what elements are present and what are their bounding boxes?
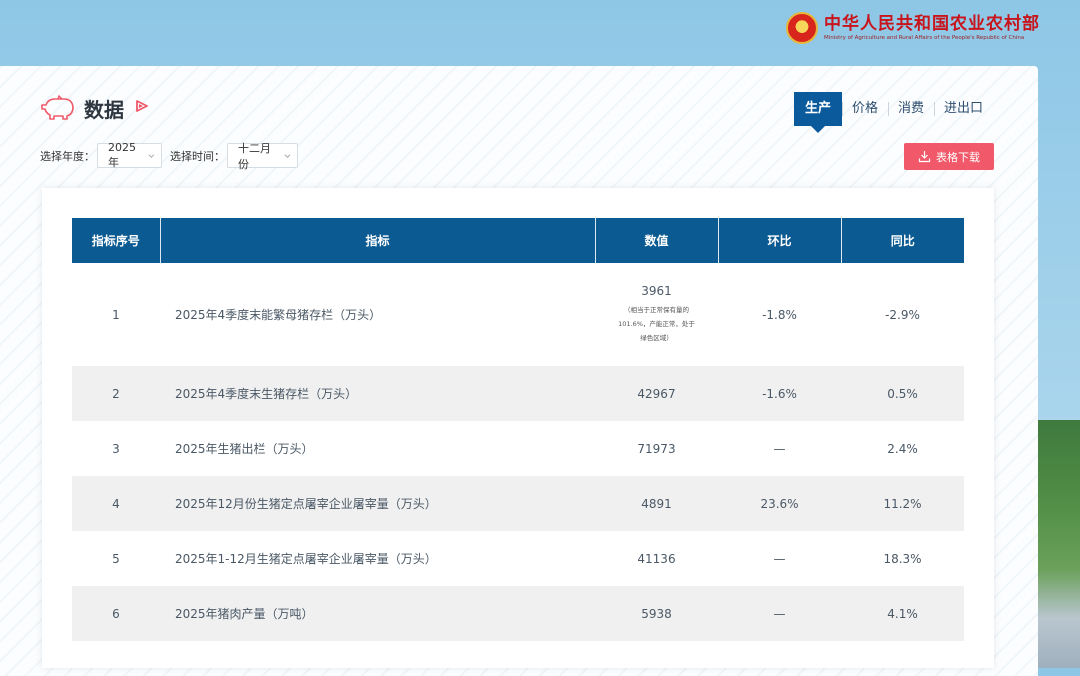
cell-no: 4 [72,476,160,531]
cell-yoy: 18.3% [883,551,922,566]
time-label: 选择时间： [170,149,225,163]
top-banner: 中华人民共和国农业农村部 Ministry of Agriculture and… [0,0,1080,66]
data-card: 指标序号 指标 数值 环比 同比 1 2025年4季度末能繁母猪存栏（万头） 3… [42,188,994,668]
play-arrow-icon [136,100,148,112]
table-row: 1 2025年4季度末能繁母猪存栏（万头） 3961 （相当于正常保有量的101… [72,263,964,366]
cell-mom: — [718,586,841,641]
ministry-name-en: Ministry of Agriculture and Rural Affair… [824,35,1025,41]
cell-indicator: 2025年1-12月生猪定点屠宰企业屠宰量（万头） [175,552,437,566]
table-header-row: 指标序号 指标 数值 环比 同比 [72,218,964,263]
cell-yoy: 11.2% [841,476,964,531]
cell-indicator: 2025年4季度末能繁母猪存栏（万头） [175,308,382,322]
filter-bar: 选择年度： 2025年 选择时间： 十二月份 [40,141,298,171]
cell-indicator: 2025年4季度末生猪存栏（万头） [160,366,595,421]
table-row: 3 2025年生猪出栏（万头） 71973 — 2.4% [72,421,964,476]
time-select[interactable]: 十二月份 [227,142,298,171]
cell-mom: -1.6% [718,366,841,421]
table-row: 2 2025年4季度末生猪存栏（万头） 42967 -1.6% 0.5% [72,366,964,421]
cell-no: 3 [112,441,120,456]
header-mom: 环比 [718,218,842,263]
tab-consumption[interactable]: 消费 [888,92,934,126]
table-row: 4 2025年12月份生猪定点屠宰企业屠宰量（万头） 4891 23.6% 11… [72,476,964,531]
cell-mom: — [773,551,786,566]
background-trees [1038,420,1080,668]
cell-yoy: -2.9% [885,307,920,322]
cell-value-number: 3961 [641,284,672,298]
cell-no: 2 [72,366,160,421]
tab-price[interactable]: 价格 [842,92,888,126]
cell-value: 4891 [595,476,718,531]
data-table: 指标序号 指标 数值 环比 同比 1 2025年4季度末能繁母猪存栏（万头） 3… [72,218,964,641]
tab-production[interactable]: 生产 [794,92,843,133]
category-tabs: 生产 价格 消费 进出口 [794,92,993,133]
cell-value: 5938 [595,586,718,641]
chevron-down-icon [284,153,291,158]
cell-yoy: 0.5% [841,366,964,421]
year-select[interactable]: 2025年 [97,141,162,169]
cell-no: 1 [112,307,120,322]
cell-indicator: 2025年猪肉产量（万吨） [160,586,595,641]
national-emblem-icon [786,12,818,44]
cell-yoy: 4.1% [841,586,964,641]
cell-value: 71973 [637,441,676,456]
cell-value: 42967 [595,366,718,421]
cell-indicator: 2025年生猪出栏（万头） [175,442,314,456]
cell-mom: 23.6% [718,476,841,531]
cell-mom: -1.8% [762,307,797,322]
cell-no: 6 [72,586,160,641]
cell-yoy: 2.4% [887,441,918,456]
year-label: 选择年度： [40,149,95,163]
header-indicator: 指标 [160,218,596,263]
year-select-value: 2025年 [108,141,136,169]
table-row: 5 2025年1-12月生猪定点屠宰企业屠宰量（万头） 41136 — 18.3… [72,531,964,586]
tab-import-export[interactable]: 进出口 [934,92,993,126]
page-title: 数据 [84,98,124,122]
ministry-name-cn: 中华人民共和国农业农村部 [824,14,1040,34]
cell-value: 3961 （相当于正常保有量的101.6%，产能正常，处于绿色区域） [595,263,718,366]
time-select-value: 十二月份 [238,141,271,171]
chevron-down-icon [148,153,155,158]
download-label: 表格下载 [936,150,980,164]
header-no: 指标序号 [72,218,161,263]
header-value: 数值 [595,218,719,263]
pig-icon [41,95,74,120]
cell-mom: — [773,441,786,456]
ministry-name: 中华人民共和国农业农村部 Ministry of Agriculture and… [824,14,1040,42]
table-row: 6 2025年猪肉产量（万吨） 5938 — 4.1% [72,586,964,641]
header-yoy: 同比 [841,218,964,263]
download-icon [918,151,931,163]
cell-value-note: （相当于正常保有量的101.6%，产能正常，处于绿色区域） [618,306,695,342]
cell-indicator: 2025年12月份生猪定点屠宰企业屠宰量（万头） [160,476,595,531]
ministry-logo[interactable]: 中华人民共和国农业农村部 Ministry of Agriculture and… [786,12,1040,44]
cell-no: 5 [112,551,120,566]
download-table-button[interactable]: 表格下载 [904,143,994,170]
cell-value: 41136 [637,551,676,566]
